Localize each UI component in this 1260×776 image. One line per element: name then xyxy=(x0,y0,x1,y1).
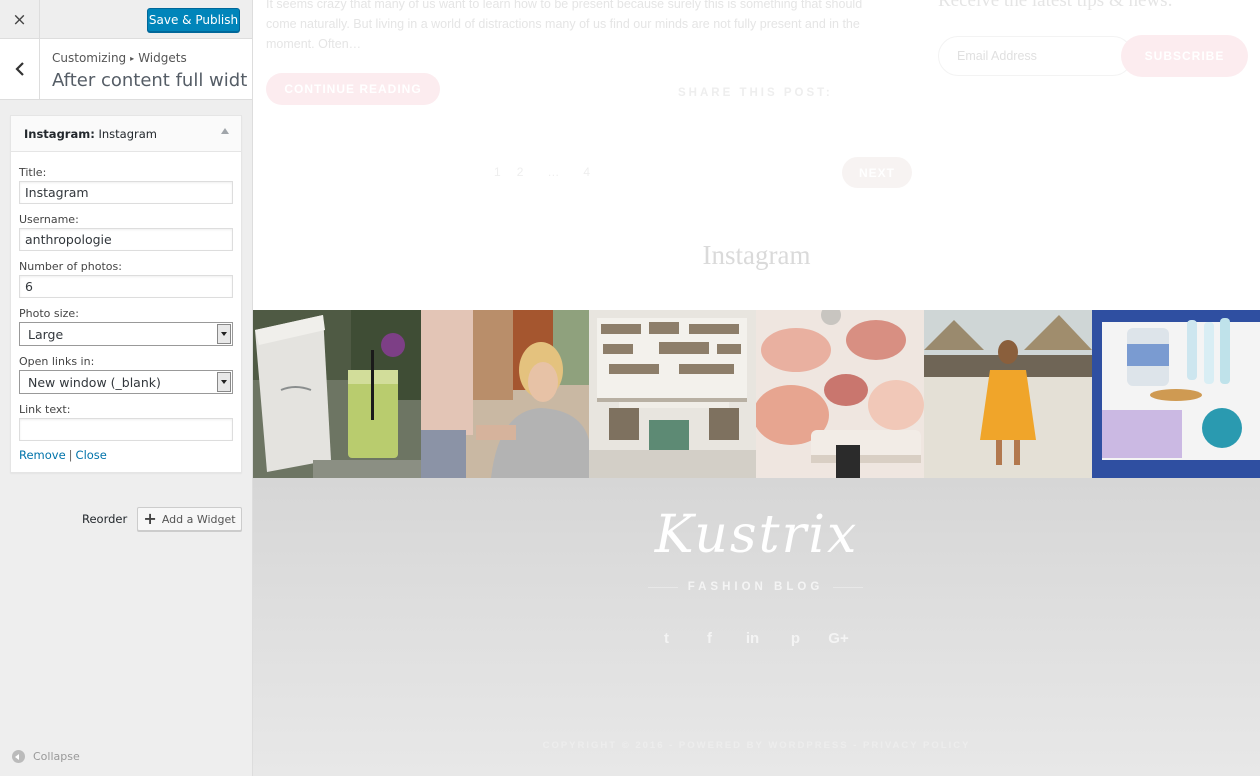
pagination: 1 2 … 4 xyxy=(494,165,590,179)
breadcrumb-leaf: Widgets xyxy=(138,51,187,65)
panel-header: × Save & Publish xyxy=(0,0,252,39)
breadcrumb-separator: ▸ xyxy=(130,54,135,63)
title-label: Title: xyxy=(19,166,47,179)
site-footer: Kustrix FASHION BLOG t f in p G+ COPYRIG… xyxy=(253,478,1260,776)
email-input[interactable]: Email Address xyxy=(938,36,1133,76)
divider xyxy=(833,586,863,588)
instagram-widget: Instagram: Instagram Title: Username: Nu… xyxy=(10,115,242,473)
page-link[interactable]: 1 xyxy=(494,165,501,179)
title-input[interactable] xyxy=(19,181,233,204)
site-preview: It seems crazy that many of us want to l… xyxy=(253,0,1260,776)
username-label: Username: xyxy=(19,213,79,226)
instagram-gallery xyxy=(253,310,1260,478)
instagram-heading: Instagram xyxy=(702,240,811,270)
widget-actions: Remove | Close xyxy=(19,448,233,462)
site-tagline: FASHION BLOG xyxy=(687,581,824,593)
breadcrumb: Customizing ▸ Widgets xyxy=(52,51,187,65)
collapse-label: Collapse xyxy=(33,750,80,763)
google-plus-icon[interactable]: G+ xyxy=(828,628,848,648)
open-links-label: Open links in: xyxy=(19,355,95,368)
chevron-left-icon xyxy=(14,62,24,76)
page-link[interactable]: 2 xyxy=(517,165,524,179)
pinterest-icon[interactable]: p xyxy=(787,628,804,648)
photos-count-input[interactable] xyxy=(19,275,233,298)
section-title: After content full width ... xyxy=(52,70,248,91)
instagram-photo[interactable] xyxy=(588,310,757,478)
collapse-arrow-icon[interactable] xyxy=(221,128,229,134)
close-link[interactable]: Close xyxy=(76,448,107,462)
photo-size-select[interactable]: Large xyxy=(19,322,233,346)
social-links: t f in p G+ xyxy=(658,628,849,648)
plus-icon: + xyxy=(143,509,157,528)
dropdown-arrow-icon[interactable] xyxy=(217,324,231,344)
subscribe-button[interactable]: SUBSCRIBE xyxy=(1121,35,1248,77)
instagram-photo[interactable] xyxy=(253,310,421,478)
collapse-button[interactable]: Collapse xyxy=(12,750,80,763)
instagram-photo[interactable] xyxy=(1091,310,1260,478)
close-icon[interactable]: × xyxy=(0,0,40,39)
dropdown-arrow-icon[interactable] xyxy=(217,372,231,392)
post-excerpt: It seems crazy that many of us want to l… xyxy=(266,0,863,51)
section-header: Customizing ▸ Widgets After content full w… xyxy=(0,39,252,100)
photos-count-label: Number of photos: xyxy=(19,260,122,273)
copyright-text: COPYRIGHT © 2016 - POWERED BY WORDPRESS … xyxy=(542,740,971,751)
actions-separator: | xyxy=(68,448,73,462)
add-widget-label: Add a Widget xyxy=(161,512,236,526)
widget-title: Instagram: Instagram xyxy=(24,127,157,141)
widget-form: Title: Username: Number of photos: Photo… xyxy=(11,152,241,472)
save-publish-button[interactable]: Save & Publish xyxy=(147,8,240,32)
next-page-button[interactable]: NEXT xyxy=(842,157,912,188)
widget-header[interactable]: Instagram: Instagram xyxy=(11,116,241,152)
link-text-input[interactable] xyxy=(19,418,233,441)
divider xyxy=(648,586,678,588)
reorder-link[interactable]: Reorder xyxy=(82,512,127,526)
twitter-icon[interactable]: t xyxy=(658,628,675,648)
newsletter-title: Receive the latest tips & news: xyxy=(938,0,1173,11)
photo-size-value: Large xyxy=(28,327,64,342)
remove-link[interactable]: Remove xyxy=(19,448,66,462)
breadcrumb-root: Customizing xyxy=(52,51,127,65)
page-link[interactable]: 4 xyxy=(583,165,590,179)
widget-title-name: Instagram xyxy=(98,127,157,141)
instagram-photo[interactable] xyxy=(756,310,925,478)
widget-title-prefix: Instagram: xyxy=(24,127,95,141)
instagram-photo[interactable] xyxy=(924,310,1092,478)
continue-reading-button[interactable]: CONTINUE READING xyxy=(266,73,440,105)
facebook-icon[interactable]: f xyxy=(701,628,718,648)
page-ellipsis: … xyxy=(547,165,560,179)
collapse-icon xyxy=(12,750,25,763)
username-input[interactable] xyxy=(19,228,233,251)
tagline-row: FASHION BLOG xyxy=(648,581,863,593)
back-button[interactable] xyxy=(0,39,40,99)
add-widget-button[interactable]: + Add a Widget xyxy=(137,507,242,531)
site-logo[interactable]: Kustrix xyxy=(253,505,1260,565)
link-text-label: Link text: xyxy=(19,403,71,416)
photo-size-label: Photo size: xyxy=(19,307,79,320)
linkedin-icon[interactable]: in xyxy=(744,628,761,648)
share-post-label: SHARE THIS POST: xyxy=(678,87,833,99)
open-links-value: New window (_blank) xyxy=(28,375,161,390)
customizer-panel: × Save & Publish Customizing ▸ Widgets Aft… xyxy=(0,0,253,776)
instagram-photo[interactable] xyxy=(420,310,589,478)
open-links-select[interactable]: New window (_blank) xyxy=(19,370,233,394)
